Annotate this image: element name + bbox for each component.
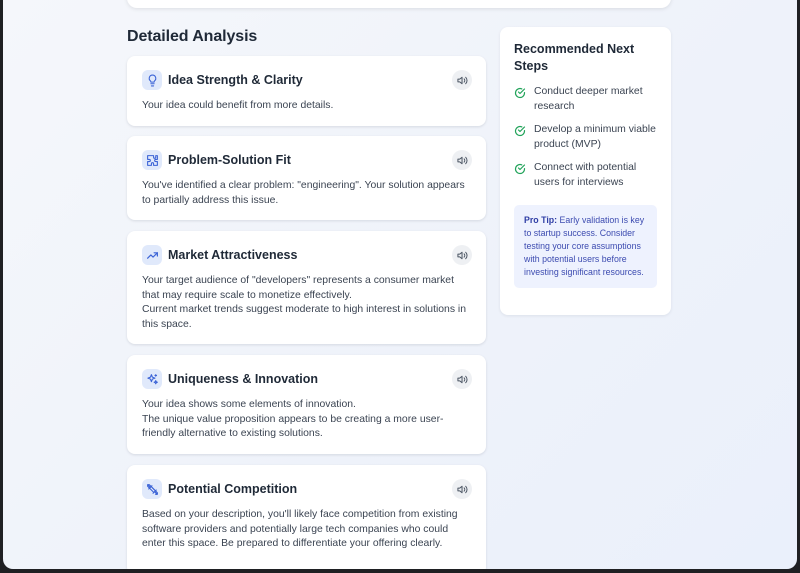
card-title: Problem-Solution Fit [168, 153, 291, 167]
analysis-card-market-attractiveness: Market Attractiveness Your target audien… [127, 231, 486, 344]
next-step-text: Develop a minimum viable product (MVP) [534, 124, 656, 150]
card-text: The unique value proposition appears to … [142, 413, 444, 440]
puzzle-icon [142, 150, 162, 170]
card-body: Your target audience of "developers" rep… [142, 274, 472, 332]
card-title: Idea Strength & Clarity [168, 73, 303, 87]
pro-tip-label: Pro Tip: [524, 214, 558, 225]
swords-icon [142, 479, 162, 499]
speaker-button[interactable] [452, 150, 472, 170]
card-text: Your target audience of "developers" rep… [142, 275, 454, 301]
speaker-button[interactable] [452, 245, 472, 265]
card-title: Potential Competition [168, 482, 298, 496]
sparkles-icon [142, 369, 162, 389]
next-steps-list: Conduct deeper market research Develop a… [514, 85, 657, 191]
next-step-item: Connect with potential users for intervi… [514, 161, 657, 190]
card-body: Your idea could benefit from more detail… [142, 99, 472, 114]
speaker-icon [456, 375, 468, 383]
analysis-card-idea-strength: Idea Strength & Clarity Your idea could … [127, 56, 486, 126]
card-body: Your idea shows some elements of innovat… [142, 398, 472, 442]
speaker-button[interactable] [452, 70, 472, 90]
next-steps-title: Recommended Next Steps [514, 42, 635, 73]
trending-up-icon [142, 245, 162, 265]
card-text: Current market trends suggest moderate t… [142, 304, 467, 330]
analysis-card-competition: Potential Competition Based on your desc… [127, 465, 486, 569]
next-step-item: Conduct deeper market research [514, 85, 657, 114]
card-text: Based on your description, you'll likely… [142, 509, 458, 550]
lightbulb-icon [142, 70, 162, 90]
card-title: Market Attractiveness [168, 248, 298, 262]
check-circle-icon [514, 126, 526, 137]
card-body: You've identified a clear problem: "engi… [142, 179, 472, 208]
section-title: Detailed Analysis [127, 28, 258, 45]
pro-tip-box: Pro Tip: Early validation is key to star… [514, 204, 657, 288]
speaker-icon [456, 76, 468, 84]
speaker-icon [456, 485, 468, 493]
speaker-icon [456, 156, 468, 164]
card-title: Uniqueness & Innovation [168, 372, 319, 386]
card-text: Your idea shows some elements of innovat… [142, 399, 356, 410]
next-steps-panel: Recommended Next Steps Conduct deeper ma… [500, 27, 671, 315]
card-text: You've identified a clear problem: "engi… [142, 180, 465, 206]
page-frame: Detailed Analysis Idea Strength & Clarit… [3, 0, 797, 569]
speaker-button[interactable] [452, 479, 472, 499]
next-step-text: Connect with potential users for intervi… [534, 162, 637, 188]
analysis-card-uniqueness: Uniqueness & Innovation Your idea shows … [127, 355, 486, 454]
analysis-card-problem-solution: Problem-Solution Fit You've identified a… [127, 136, 486, 220]
previous-card [127, 0, 671, 8]
next-step-text: Conduct deeper market research [534, 86, 643, 112]
check-circle-icon [514, 87, 526, 99]
speaker-icon [456, 251, 468, 259]
card-text: Your idea could benefit from more detail… [142, 100, 334, 111]
check-circle-icon [514, 164, 526, 175]
speaker-button[interactable] [452, 369, 472, 389]
card-body: Based on your description, you'll likely… [142, 508, 472, 552]
next-step-item: Develop a minimum viable product (MVP) [514, 123, 657, 152]
